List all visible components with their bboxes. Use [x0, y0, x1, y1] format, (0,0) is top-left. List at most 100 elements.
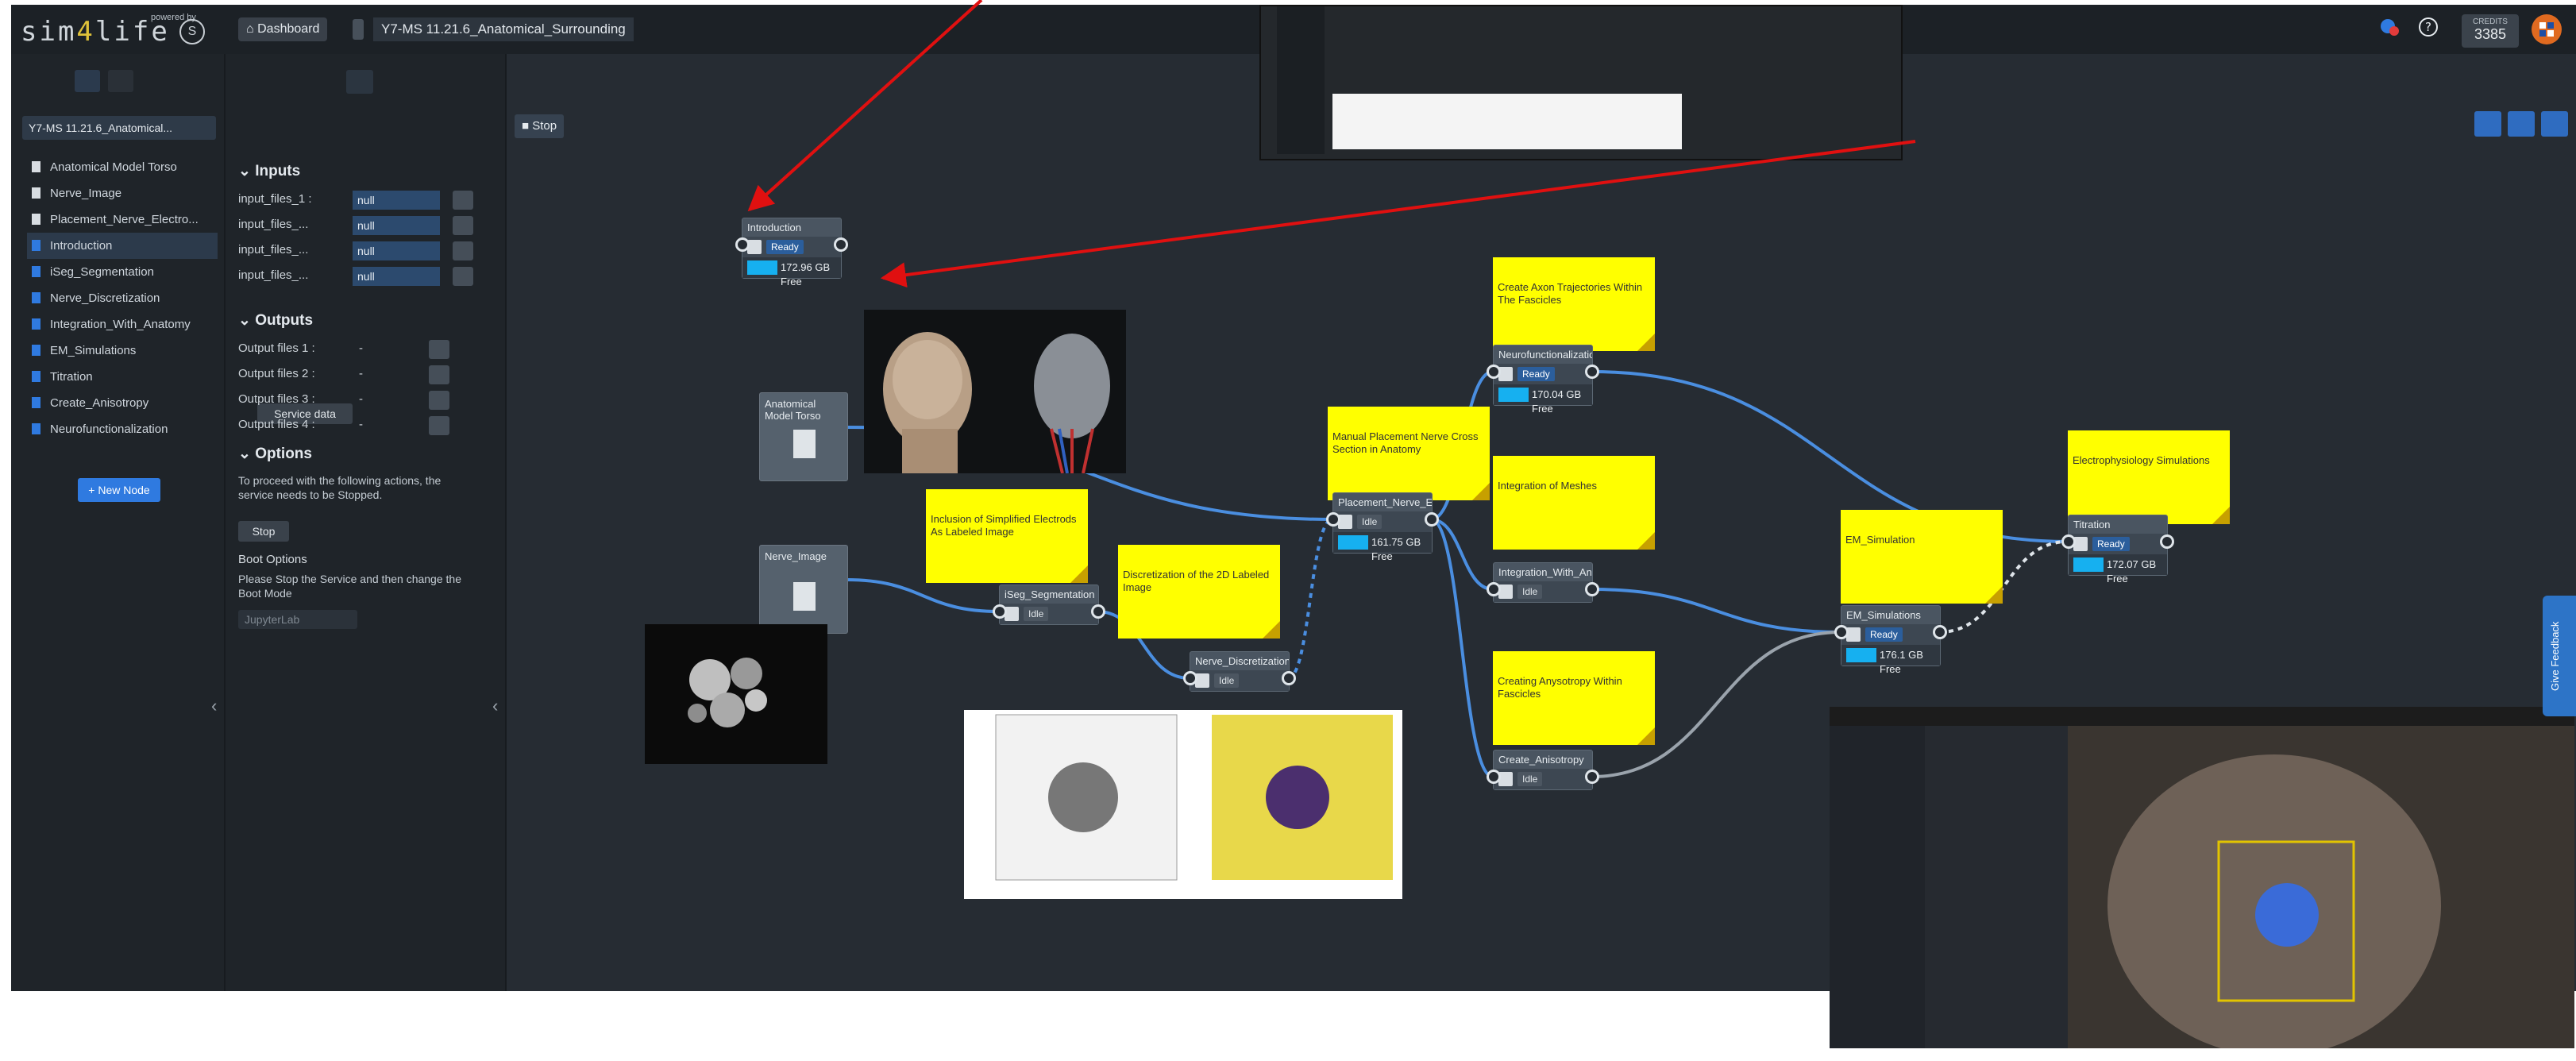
node-status-bar: Ready [1841, 624, 1940, 645]
input-value-field[interactable]: null [353, 191, 440, 210]
edit-icon[interactable] [429, 416, 449, 435]
link-icon[interactable] [453, 216, 473, 235]
link-icon[interactable] [453, 267, 473, 286]
sidebar-item[interactable]: EM_Simulations [27, 338, 218, 364]
give-feedback-button[interactable]: Give Feedback [2543, 596, 2576, 716]
sticky-note[interactable]: Integration of Meshes [1493, 456, 1655, 550]
link-icon[interactable] [453, 191, 473, 210]
sticky-note[interactable]: Manual Placement Nerve Cross Section in … [1328, 407, 1490, 500]
output-port[interactable] [1585, 582, 1599, 596]
disk-usage-fill [1498, 388, 1529, 402]
node-connection[interactable] [1287, 518, 1333, 680]
output-port[interactable] [1425, 512, 1439, 527]
sidebar-item[interactable]: Create_Anisotropy [27, 390, 218, 416]
dashboard-button[interactable]: ⌂ Dashboard [238, 17, 328, 41]
credits-indicator[interactable]: CREDITS 3385 [2462, 14, 2519, 48]
pipeline-icon[interactable] [353, 19, 364, 40]
node-status: Idle [1517, 585, 1543, 599]
service-node[interactable]: Neurofunctionalization Ready 170.04 GB Fre… [1487, 345, 1599, 415]
sidebar-item[interactable]: Introduction [27, 233, 218, 259]
output-port[interactable] [1585, 365, 1599, 379]
edit-icon[interactable] [429, 391, 449, 410]
service-icon [32, 423, 40, 434]
input-label: input_files_... [238, 268, 309, 282]
node-status: Ready [1517, 367, 1555, 381]
service-node[interactable]: Integration_With_Anat... Idle [1487, 562, 1599, 603]
input-port[interactable] [1487, 582, 1501, 596]
sticky-note[interactable]: Discretization of the 2D Labeled Image [1118, 545, 1280, 639]
output-port[interactable] [1585, 770, 1599, 784]
sticky-note[interactable]: Electrophysiology Simulations [2068, 430, 2230, 524]
input-port[interactable] [993, 604, 1007, 619]
study-title[interactable]: Y7-MS 11.21.6_Anatomical_Surrounding [373, 17, 634, 41]
input-port[interactable] [1487, 770, 1501, 784]
input-port[interactable] [735, 237, 750, 252]
sidebar-item[interactable]: Neurofunctionalization [27, 416, 218, 442]
help-icon[interactable]: ? [2417, 16, 2439, 38]
ports-tab[interactable] [346, 70, 373, 94]
sidebar-item[interactable]: Titration [27, 364, 218, 390]
node-connection[interactable] [1591, 588, 1841, 634]
notifications-icon[interactable] [2379, 16, 2400, 37]
sidebar-item[interactable]: Anatomical Model Torso [27, 154, 218, 180]
input-port[interactable] [1183, 671, 1197, 685]
database-icon[interactable] [108, 70, 133, 92]
sidebar-item[interactable]: Integration_With_Anatomy [27, 311, 218, 338]
new-node-button[interactable]: + New Node [78, 478, 160, 502]
sidebar-item[interactable]: Nerve_Discretization [27, 285, 218, 311]
input-port[interactable] [1834, 625, 1849, 639]
service-node[interactable]: Placement_Nerve_Elec... Idle 161.75 GB Fre… [1326, 492, 1439, 562]
study-root-item[interactable]: Y7-MS 11.21.6_Anatomical... [22, 116, 216, 140]
input-value-field[interactable]: null [353, 241, 440, 260]
sticky-note[interactable]: Create Axon Trajectories Within The Fasc… [1493, 257, 1655, 351]
sidebar-item[interactable]: Placement_Nerve_Electro... [27, 206, 218, 233]
sticky-note[interactable]: Inclusion of Simplified Electrods As Lab… [926, 489, 1088, 583]
sidebar-item[interactable]: Nerve_Image [27, 180, 218, 206]
boot-mode-select[interactable]: JupyterLab [238, 610, 357, 629]
inputs-heading[interactable]: ⌄ Inputs [238, 162, 300, 180]
service-node[interactable]: Titration Ready 172.07 GB Free [2061, 515, 2174, 585]
output-port[interactable] [1282, 671, 1296, 685]
edit-icon[interactable] [429, 365, 449, 384]
input-value-field[interactable]: null [353, 267, 440, 286]
service-icon [32, 318, 40, 330]
collapse-panel-icon[interactable]: ‹ [492, 696, 498, 716]
output-port[interactable] [1933, 625, 1947, 639]
output-port[interactable] [1091, 604, 1105, 619]
service-node[interactable]: Create_Anisotropy Idle [1487, 750, 1599, 790]
service-node[interactable]: EM_Simulations Ready 176.1 GB Free [1834, 605, 1947, 675]
node-connection[interactable] [846, 578, 1000, 613]
sticky-note[interactable]: Creating Anysotropy Within Fascicles [1493, 651, 1655, 745]
node-status: Idle [1517, 772, 1543, 786]
sidebar-item-label: Neurofunctionalization [50, 422, 168, 436]
panel-stop-button[interactable]: Stop [238, 521, 289, 542]
output-port[interactable] [2160, 534, 2174, 549]
file-node[interactable]: Anatomical Model Torso [759, 392, 848, 481]
service-node[interactable]: iSeg_Segmentation Idle [993, 585, 1105, 625]
file-node[interactable]: Nerve_Image [759, 545, 848, 634]
sticky-note[interactable]: EM_Simulation [1841, 510, 2003, 604]
sidebar-item-label: Introduction [50, 239, 113, 253]
list-view-icon[interactable] [75, 70, 100, 92]
link-icon[interactable] [453, 241, 473, 260]
edit-icon[interactable] [429, 340, 449, 359]
input-value-field[interactable]: null [353, 216, 440, 235]
sidebar-item-label: EM_Simulations [50, 344, 137, 357]
collapse-left-icon[interactable]: ‹ [211, 696, 217, 716]
options-heading[interactable]: ⌄ Options [238, 445, 312, 463]
input-port[interactable] [1326, 512, 1340, 527]
node-status-bar: Ready [2069, 534, 2167, 554]
disk-usage-fill [1338, 535, 1368, 550]
service-node[interactable]: Nerve_Discretization Idle [1183, 651, 1296, 692]
node-title: Neurofunctionalization [1498, 349, 1592, 361]
workbench-canvas[interactable]: ■ Stop Anatomical Model Torso Nerve_Image… [507, 5, 2576, 1048]
user-avatar[interactable] [2530, 13, 2563, 46]
service-node[interactable]: Introduction Ready 172.96 GB Free [735, 218, 848, 287]
outputs-heading[interactable]: ⌄ Outputs [238, 311, 313, 330]
input-port[interactable] [2061, 534, 2076, 549]
output-port[interactable] [834, 237, 848, 252]
sidebar-item[interactable]: iSeg_Segmentation [27, 259, 218, 285]
speag-logo-icon: S [179, 19, 205, 44]
input-port[interactable] [1487, 365, 1501, 379]
outputs-title: Outputs [255, 312, 314, 329]
